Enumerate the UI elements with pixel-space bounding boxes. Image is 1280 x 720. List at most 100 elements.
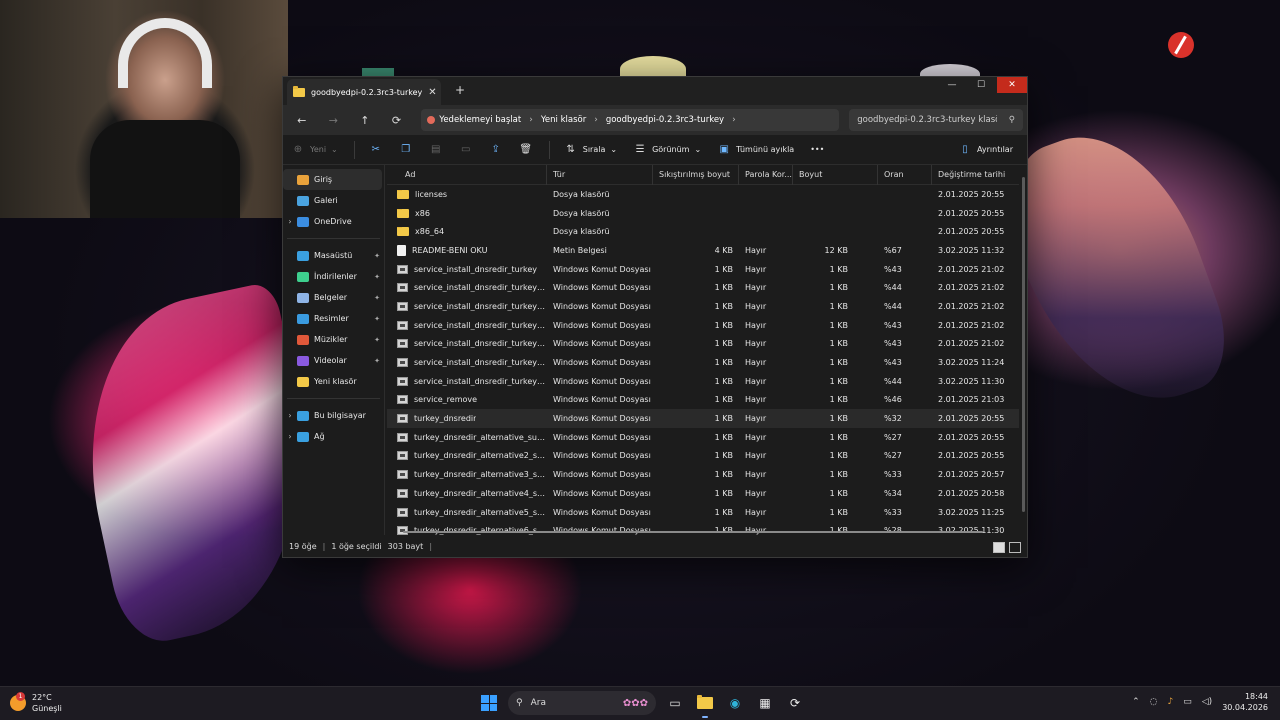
pin-icon[interactable]: ✦ [374,294,380,302]
store-icon[interactable]: ▦ [754,692,776,714]
chevron-right-icon[interactable]: › [283,432,297,441]
sort-button[interactable]: ⇅ Sırala ⌄ [564,144,618,155]
file-row[interactable]: service_install_dnsredir_turkey_alte... W… [387,316,1019,335]
file-row[interactable]: turkey_dnsredir_alternative4_super... Win… [387,484,1019,503]
start-button[interactable] [478,692,500,714]
vertical-scrollbar[interactable] [1022,177,1025,512]
file-row[interactable]: x86 Dosya klasörü 2.01.2025 20:55 [387,204,1019,223]
speaker-icon[interactable]: ◁) [1202,697,1212,707]
breadcrumb[interactable]: Yedeklemeyi başlat › Yeni klasör › goodb… [421,109,840,131]
breadcrumb-item-current[interactable]: goodbyedpi-0.2.3rc3-turkey [606,115,724,125]
breadcrumb-item-backup[interactable]: Yedeklemeyi başlat [427,115,521,125]
file-row[interactable]: service_install_dnsredir_turkey_alte... W… [387,372,1019,391]
back-button[interactable]: ← [287,114,317,127]
maximize-button[interactable]: ☐ [967,77,995,93]
sidebar-item-masaüstü[interactable]: Masaüstü ✦ [283,245,384,266]
column-date-modified-header[interactable]: Değiştirme tarihi [932,165,1019,185]
share-button[interactable]: ⇪ [489,144,503,155]
chevron-right-icon[interactable]: › [529,115,533,125]
more-options-button[interactable]: ••• [810,145,824,154]
column-compressed-size-header[interactable]: Sıkıştırılmış boyut [653,165,739,185]
file-row[interactable]: service_install_dnsredir_turkey_alte... W… [387,278,1019,297]
rename-button[interactable]: ▭ [459,144,473,155]
edge-browser-icon[interactable]: ◉ [724,692,746,714]
cut-button[interactable]: ✂ [369,144,383,155]
column-type-header[interactable]: Tür [547,165,653,185]
sidebar-item-videolar[interactable]: Videolar ✦ [283,350,384,371]
column-password-cell: Hayır [745,283,767,293]
file-row[interactable]: x86_64 Dosya klasörü 2.01.2025 20:55 [387,222,1019,241]
folder-icon [397,208,409,218]
new-tab-button[interactable]: + [453,83,467,97]
sidebar-item-ağ[interactable]: › Ağ [283,426,384,447]
file-row[interactable]: service_remove Windows Komut Dosyası 1 KB H… [387,391,1019,410]
file-row[interactable]: README-BENI OKU Metin Belgesi 4 KB Hayır 12 … [387,241,1019,260]
file-row[interactable]: service_install_dnsredir_turkey_alte... W… [387,353,1019,372]
file-row[interactable]: turkey_dnsredir_alternative_supero... Win… [387,428,1019,447]
breadcrumb-item-new-folder[interactable]: Yeni klasör [541,115,586,125]
column-password-header[interactable]: Parola Kor... [739,165,793,185]
chevron-up-icon[interactable]: ⌃ [1132,697,1140,707]
sidebar-item-i̇ndirilenler[interactable]: İndirilenler ✦ [283,266,384,287]
tab-close-icon[interactable]: ✕ [428,87,436,98]
toolbar-divider [353,140,355,159]
new-button[interactable]: ⊕ Yeni ⌄ [291,144,338,155]
copy-button[interactable]: ❐ [399,144,413,155]
microphone-icon[interactable]: ♪ [1167,697,1173,707]
sidebar-item-giriş[interactable]: Giriş [283,169,382,190]
chevron-right-icon[interactable]: › [283,217,297,226]
up-button[interactable]: ↑ [350,114,380,127]
extract-all-button[interactable]: ▣ Tümünü ayıkla [717,144,794,155]
network-icon[interactable]: ◌ [1150,697,1158,707]
column-type-cell: Dosya klasörü [553,189,610,199]
search-input[interactable]: goodbyedpi-0.2.3rc3-turkey klasö ⚲ [849,109,1023,131]
pin-icon[interactable]: ✦ [374,252,380,260]
column-ratio-header[interactable]: Oran [878,165,932,185]
file-explorer-window: goodbyedpi-0.2.3rc3-turkey ✕ + — ☐ ✕ ← →… [282,76,1028,558]
tiles-view-button[interactable] [1009,542,1021,553]
view-button[interactable]: ☰ Görünüm ⌄ [633,144,702,155]
file-row[interactable]: licenses Dosya klasörü 2.01.2025 20:55 [387,185,1019,204]
file-row[interactable]: turkey_dnsredir_alternative3_super... Win… [387,465,1019,484]
refresh-button[interactable]: ⟳ [382,114,412,127]
paste-button[interactable]: ▤ [429,144,443,155]
pin-icon[interactable]: ✦ [374,315,380,323]
column-name-header[interactable]: Ad [387,165,547,185]
close-button[interactable]: ✕ [997,77,1027,93]
sidebar-item-yeni-klasör[interactable]: Yeni klasör [283,371,384,392]
sidebar-item-belgeler[interactable]: Belgeler ✦ [283,287,384,308]
minimize-button[interactable]: — [938,77,966,93]
sidebar-item-galeri[interactable]: Galeri [283,190,384,211]
sidebar-item-onedrive[interactable]: › OneDrive [283,211,384,232]
column-size-header[interactable]: Boyut [793,165,878,185]
file-row[interactable]: turkey_dnsredir_alternative2_super... Win… [387,447,1019,466]
folder-icon [397,189,409,199]
pin-icon[interactable]: ✦ [374,273,380,281]
tab-goodbyedpi[interactable]: goodbyedpi-0.2.3rc3-turkey ✕ [287,79,441,105]
taskbar-search[interactable]: ⚲ Ara ✿✿✿ [508,691,656,715]
chevron-right-icon[interactable]: › [732,115,736,125]
sidebar-item-bu-bilgisayar[interactable]: › Bu bilgisayar [283,405,384,426]
clock[interactable]: 18:44 30.04.2026 [1222,691,1268,713]
pin-icon[interactable]: ✦ [374,336,380,344]
horizontal-scrollbar[interactable] [403,531,983,533]
file-row[interactable]: service_install_dnsredir_turkey Windows K… [387,260,1019,279]
file-row[interactable]: service_install_dnsredir_turkey_alte... W… [387,297,1019,316]
delete-button[interactable]: 🗑 [519,144,533,155]
sidebar-item-müzikler[interactable]: Müzikler ✦ [283,329,384,350]
file-row[interactable]: turkey_dnsredir Windows Komut Dosyası 1 KB… [387,409,1019,428]
app-icon[interactable]: ⟳ [784,692,806,714]
sidebar-item-resimler[interactable]: Resimler ✦ [283,308,384,329]
forward-button[interactable]: → [319,114,349,127]
task-view-icon[interactable]: ▭ [664,692,686,714]
chevron-right-icon[interactable]: › [594,115,598,125]
weather-widget[interactable]: 1 22°C Güneşli [10,692,62,714]
details-view-button[interactable] [993,542,1005,553]
chevron-right-icon[interactable]: › [283,411,297,420]
display-icon[interactable]: ▭ [1183,697,1192,707]
file-row[interactable]: service_install_dnsredir_turkey_alte... W… [387,335,1019,354]
file-row[interactable]: turkey_dnsredir_alternative5_super... Win… [387,503,1019,522]
pin-icon[interactable]: ✦ [374,357,380,365]
file-explorer-icon[interactable] [694,692,716,718]
details-pane-button[interactable]: ▯ Ayrıntılar [958,144,1013,155]
